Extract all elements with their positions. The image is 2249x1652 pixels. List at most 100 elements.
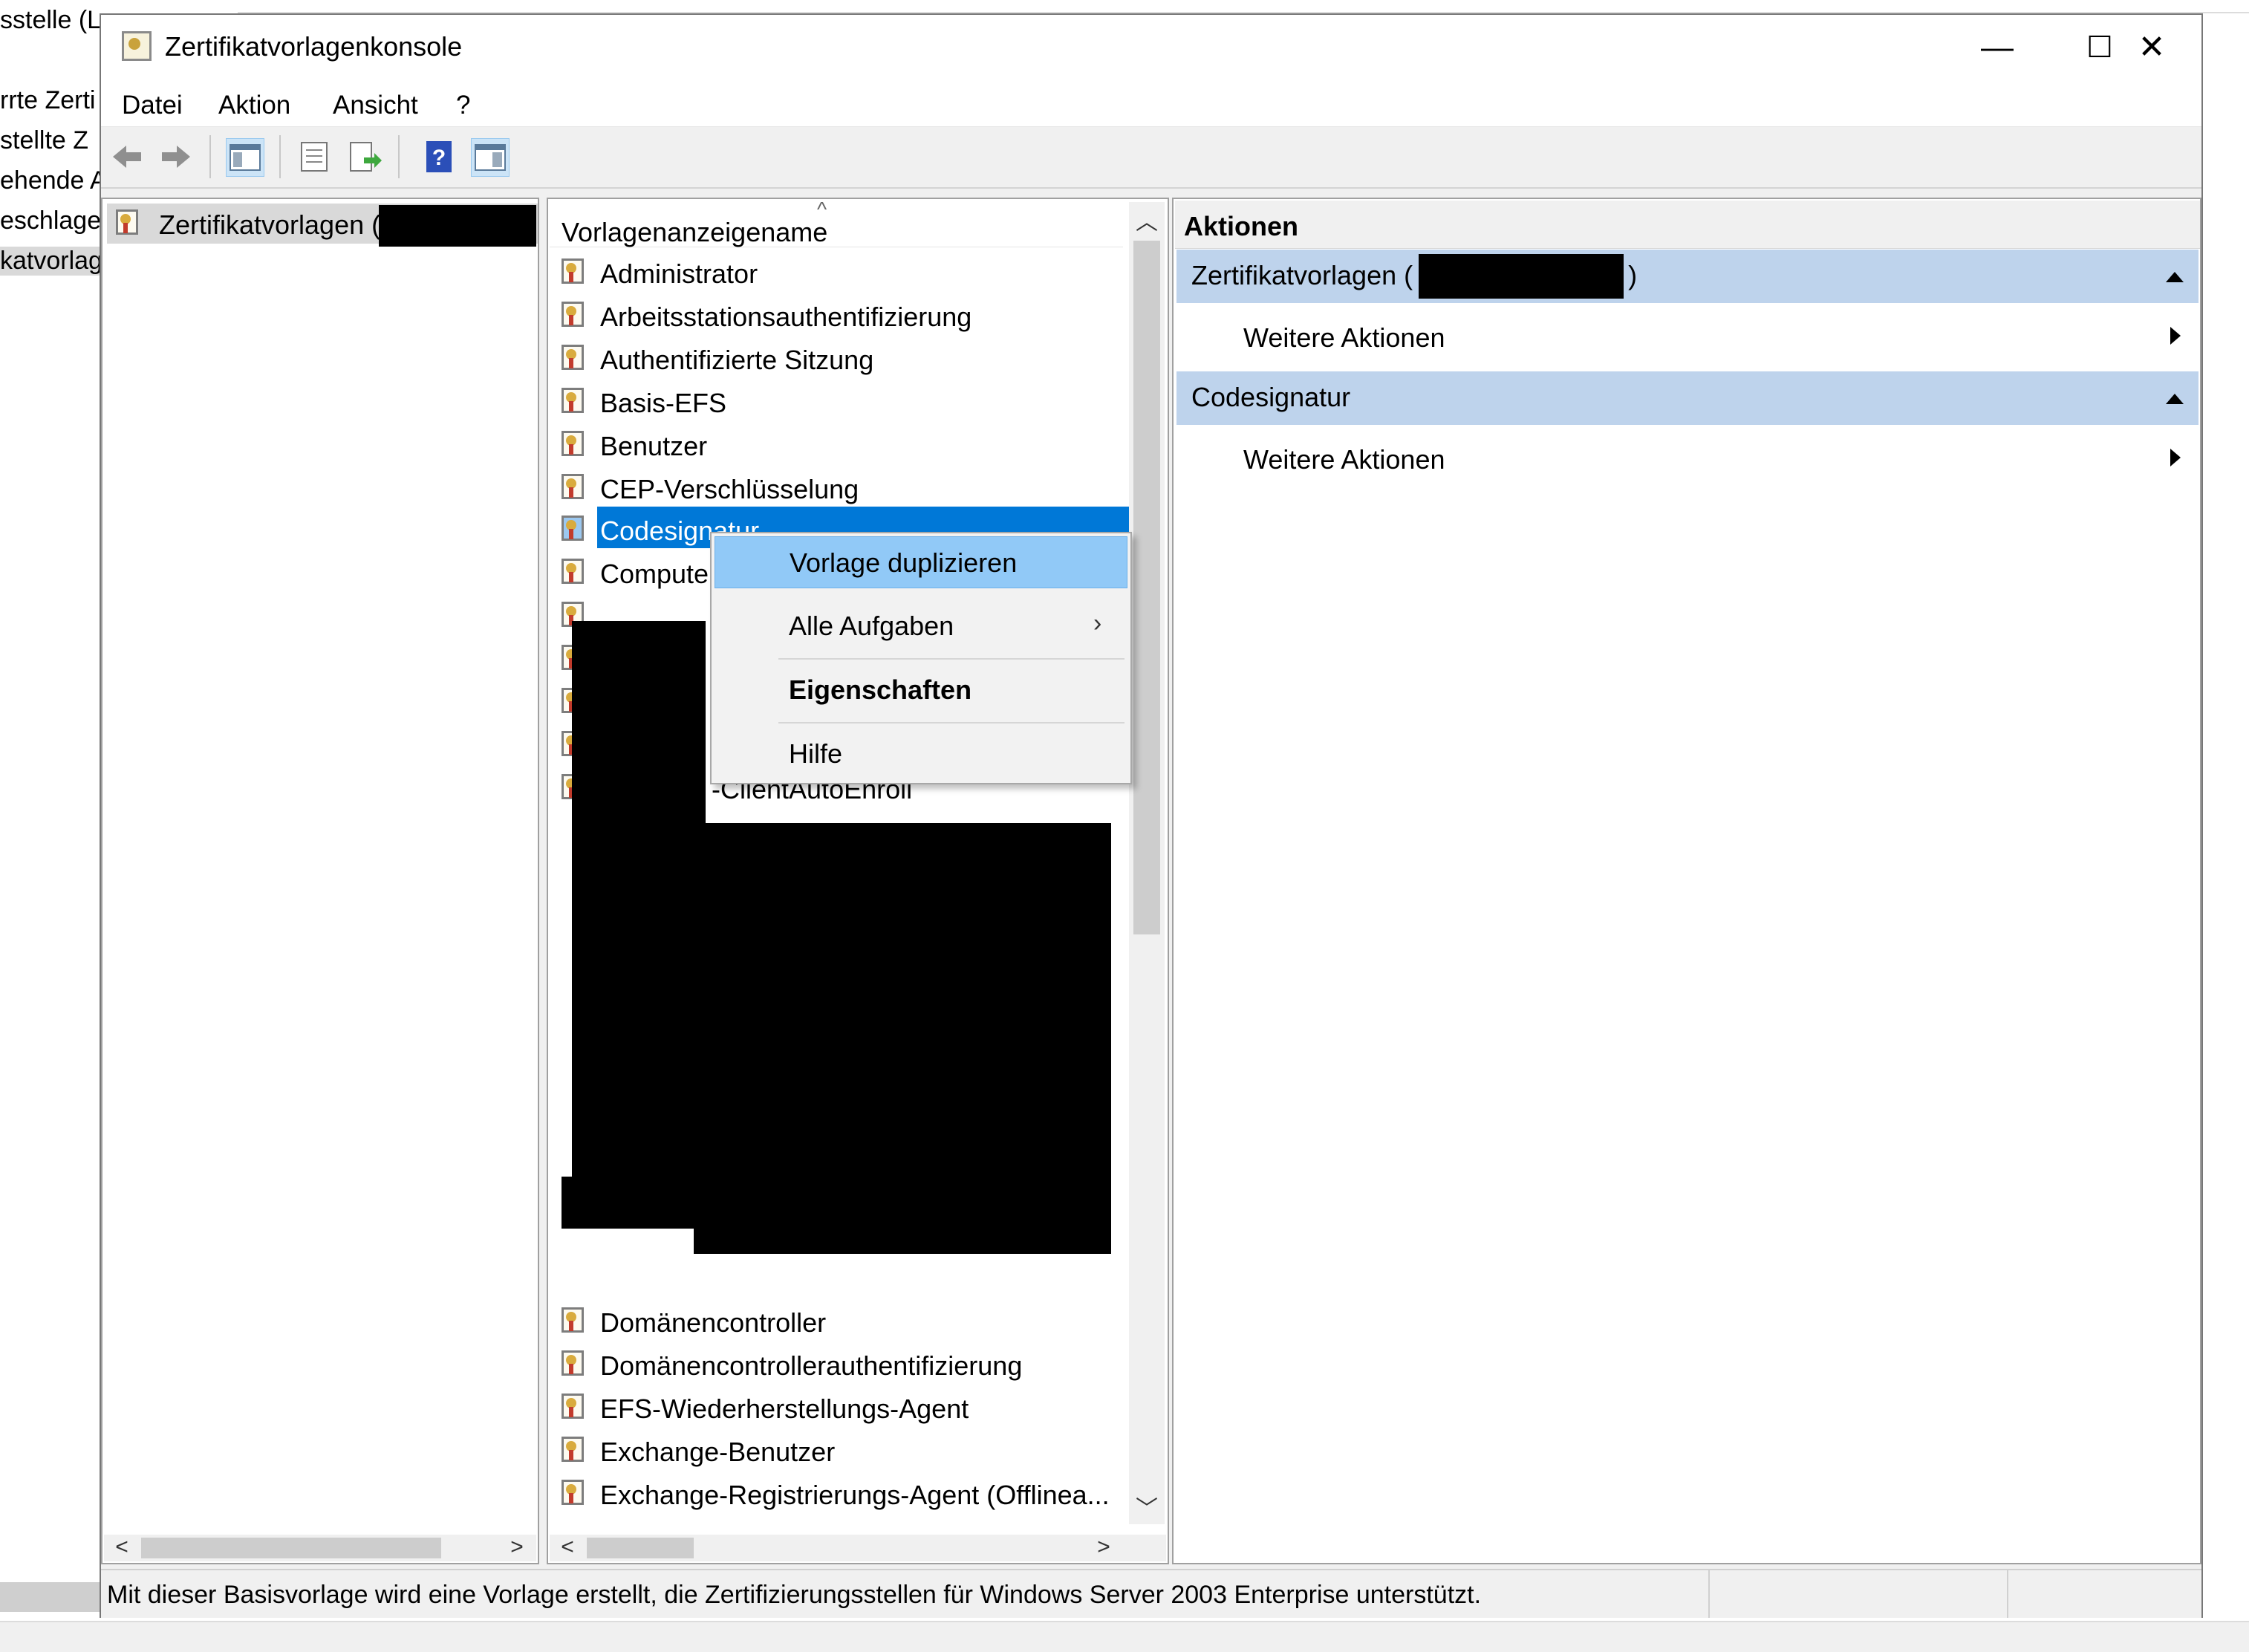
action-more-actions[interactable]: Weitere Aktionen — [1243, 322, 1445, 354]
certificate-template-icon — [559, 1306, 588, 1336]
background-tree-item[interactable]: sstelle (L — [0, 6, 100, 35]
back-icon[interactable] — [108, 138, 146, 175]
menu-item-duplicate-template[interactable]: Vorlage duplizieren — [715, 536, 1127, 588]
export-list-icon[interactable] — [346, 138, 383, 175]
menu-bar: Datei Aktion Ansicht ? — [101, 80, 2201, 127]
svg-text:?: ? — [432, 146, 446, 170]
list-item[interactable]: Domänencontrollerauthentifizierung — [600, 1350, 1022, 1382]
certificate-template-icon — [559, 514, 588, 544]
menu-separator — [778, 722, 1124, 723]
redacted-region — [572, 823, 1111, 1180]
tree-pane: Zertifikatvorlagen ( < > — [101, 198, 539, 1564]
list-item[interactable]: Benutzer — [600, 431, 707, 462]
menu-item-label: Hilfe — [789, 738, 843, 769]
list-scrollbar-thumb[interactable] — [1133, 241, 1160, 934]
actions-title: Aktionen — [1184, 211, 1299, 241]
status-bar: Mit dieser Basisvorlage wird eine Vorlag… — [101, 1569, 2201, 1618]
list-item[interactable]: Domänencontroller — [600, 1307, 826, 1339]
list-item[interactable]: EFS-Wiederherstellungs-Agent — [600, 1394, 969, 1425]
certificate-template-icon — [559, 1392, 588, 1422]
certificate-template-icon — [559, 1478, 588, 1508]
collapse-triangle-icon[interactable] — [2164, 267, 2185, 285]
list-h-scrollbar-thumb[interactable] — [587, 1538, 694, 1558]
actions-pane: Aktionen Zertifikatvorlagen () Weitere A… — [1172, 198, 2201, 1564]
toolbar-separator — [279, 135, 281, 178]
certificate-templates-console-window: Zertifikatvorlagenkonsole — ☐ ✕ Datei Ak… — [100, 13, 2203, 1618]
menu-datei[interactable]: Datei — [122, 91, 183, 120]
window-title: Zertifikatvorlagenkonsole — [165, 31, 463, 62]
list-item[interactable]: Exchange-Registrierungs-Agent (Offlinea.… — [600, 1480, 1110, 1511]
console-app-icon — [122, 31, 152, 61]
redacted-region — [1419, 254, 1624, 299]
menu-item-label: Alle Aufgaben — [789, 611, 954, 641]
scroll-up-arrow-icon[interactable]: ︿ — [1130, 204, 1163, 235]
toolbar: ? — [101, 128, 2201, 189]
scroll-left-arrow-icon[interactable]: < — [554, 1535, 581, 1561]
help-icon[interactable]: ? — [420, 138, 458, 175]
action-more-actions[interactable]: Weitere Aktionen — [1243, 444, 1445, 475]
menu-aktion[interactable]: Aktion — [218, 91, 290, 120]
title-bar[interactable]: Zertifikatvorlagenkonsole — ☐ ✕ — [101, 15, 2201, 80]
certificate-template-icon — [559, 257, 588, 287]
certificate-template-icon — [559, 386, 588, 416]
list-item[interactable]: Administrator — [600, 258, 758, 290]
background-tree-item[interactable]: rrte Zerti — [0, 86, 100, 115]
certificate-template-icon — [559, 1349, 588, 1379]
actions-header-bar — [1175, 201, 2200, 249]
menu-item-properties[interactable]: Eigenschaften — [715, 664, 1127, 716]
list-item[interactable]: Exchange-Benutzer — [600, 1437, 835, 1468]
background-statusbar — [0, 1621, 2249, 1652]
menu-help[interactable]: ? — [456, 91, 470, 120]
show-hide-tree-icon[interactable] — [226, 138, 264, 177]
status-divider — [2007, 1570, 2008, 1618]
close-button[interactable]: ✕ — [2100, 15, 2203, 80]
submenu-arrow-icon[interactable] — [2167, 446, 2184, 469]
scroll-right-arrow-icon[interactable]: > — [1090, 1535, 1117, 1561]
forward-icon[interactable] — [157, 138, 195, 175]
redacted-region — [694, 1224, 1111, 1254]
background-scrollbar — [0, 1582, 100, 1612]
menu-ansicht[interactable]: Ansicht — [333, 91, 418, 120]
action-group-header[interactable]: Zertifikatvorlagen () — [1176, 250, 2198, 303]
status-divider — [1708, 1570, 1710, 1618]
background-tree-item[interactable]: stellte Z — [0, 126, 100, 155]
list-item[interactable]: Arbeitsstationsauthentifizierung — [600, 302, 971, 333]
context-menu: Vorlage duplizieren Alle Aufgaben › Eige… — [710, 532, 1132, 784]
certificate-template-icon — [559, 557, 588, 587]
sort-ascending-icon: ^ — [817, 198, 827, 221]
certificate-template-icon — [559, 300, 588, 330]
list-item[interactable]: Authentifizierte Sitzung — [600, 345, 873, 376]
background-tree-item[interactable]: eschlage — [0, 206, 100, 235]
minimize-button[interactable]: — — [1946, 15, 2048, 80]
certificate-template-icon — [113, 208, 143, 238]
menu-separator — [778, 658, 1124, 660]
scroll-right-arrow-icon[interactable]: > — [504, 1535, 530, 1561]
redacted-region — [562, 1177, 1111, 1229]
properties-icon[interactable] — [296, 138, 333, 175]
column-header-label[interactable]: Vorlagenanzeigename — [562, 217, 827, 248]
scroll-left-arrow-icon[interactable]: < — [108, 1535, 135, 1561]
certificate-template-icon — [559, 1435, 588, 1465]
submenu-arrow-icon[interactable] — [2167, 324, 2184, 348]
toolbar-separator — [209, 135, 211, 178]
menu-item-help[interactable]: Hilfe — [715, 728, 1127, 780]
background-tree-item-selected[interactable]: katvorlag — [0, 247, 100, 276]
status-text: Mit dieser Basisvorlage wird eine Vorlag… — [107, 1581, 1482, 1609]
action-group-title: Codesignatur — [1191, 382, 1351, 412]
show-hide-action-pane-icon[interactable] — [471, 138, 510, 177]
tree-scrollbar-thumb[interactable] — [141, 1538, 441, 1558]
certificate-template-icon — [559, 429, 588, 459]
list-item[interactable]: Basis-EFS — [600, 388, 726, 419]
action-group-header[interactable]: Codesignatur — [1176, 371, 2198, 425]
toolbar-separator — [398, 135, 400, 178]
menu-item-all-tasks[interactable]: Alle Aufgaben › — [715, 600, 1127, 652]
menu-item-label: Eigenschaften — [789, 674, 972, 705]
certificate-template-icon — [559, 343, 588, 373]
scroll-down-arrow-icon[interactable]: ﹀ — [1130, 1490, 1163, 1521]
list-item[interactable]: CEP-Verschlüsselung — [600, 474, 859, 505]
background-tree-item[interactable]: ehende A — [0, 166, 100, 195]
background-window-tab-strip — [238, 0, 2249, 13]
list-item[interactable]: Compute — [600, 559, 709, 590]
collapse-triangle-icon[interactable] — [2164, 389, 2185, 407]
template-list-pane: Vorlagenanzeigename ^ Administrator Arbe… — [547, 198, 1169, 1564]
